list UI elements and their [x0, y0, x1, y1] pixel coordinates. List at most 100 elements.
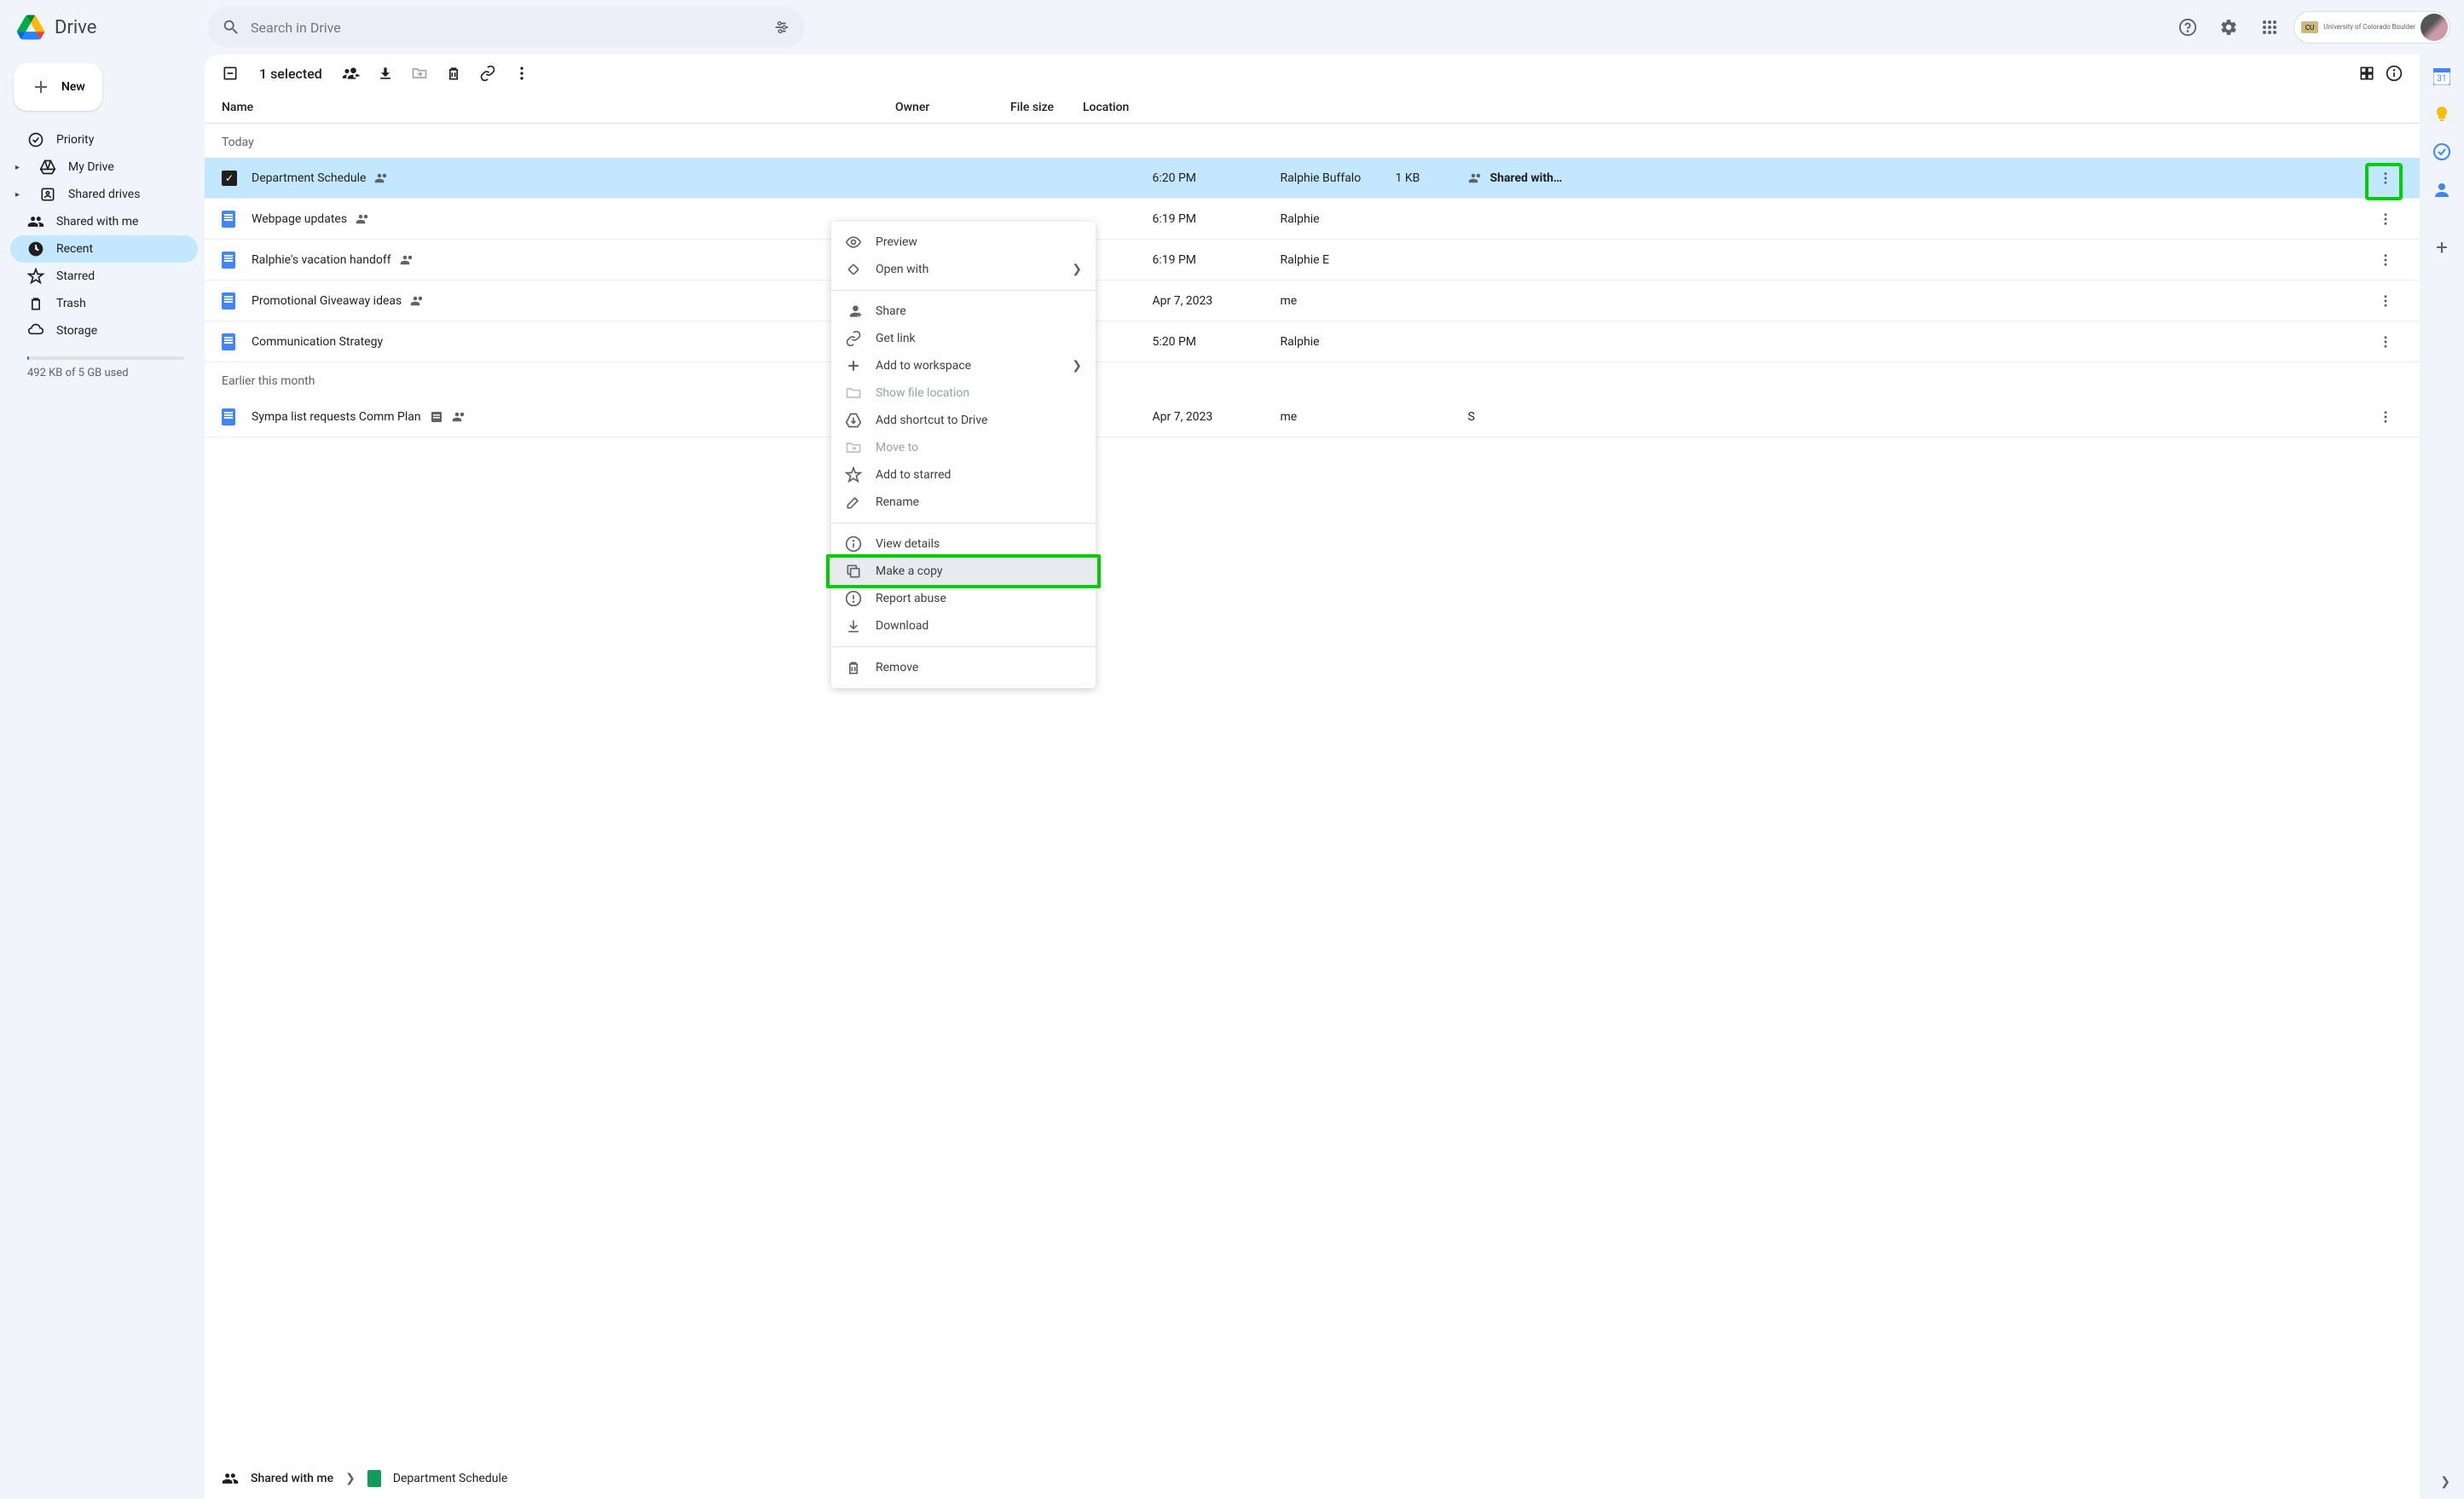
menu-item-report[interactable]: Report abuse	[831, 585, 1096, 612]
menu-item-shortcut[interactable]: Add shortcut to Drive	[831, 407, 1096, 434]
file-row[interactable]: Promotional Giveaway ideas Apr 7, 2023me	[205, 281, 2420, 321]
share-icon[interactable]	[343, 65, 360, 82]
account-badge[interactable]: CU University of Colorado Boulder	[2293, 11, 2450, 43]
apps-icon[interactable]	[2253, 10, 2287, 44]
help-icon[interactable]	[2171, 10, 2205, 44]
col-name[interactable]: Name	[222, 101, 767, 114]
doc-icon	[222, 333, 235, 350]
selected-count: 1 selected	[259, 66, 322, 82]
search-options-icon[interactable]	[772, 18, 791, 37]
sidebar-item-starred[interactable]: Starred	[10, 263, 198, 290]
sidebar-item-label: Starred	[56, 269, 95, 283]
file-row[interactable]: Ralphie's vacation handoff 6:19 PMRalphi…	[205, 240, 2420, 281]
chevron-right-icon: ❯	[345, 1472, 356, 1485]
sidebar-item-storage[interactable]: Storage	[10, 317, 198, 344]
row-more-button[interactable]	[2372, 287, 2399, 315]
move-icon[interactable]	[411, 65, 428, 82]
search-bar[interactable]	[208, 7, 805, 48]
menu-item-trash[interactable]: Remove	[831, 654, 1096, 681]
priority-icon	[27, 131, 44, 148]
row-more-button[interactable]	[2372, 328, 2399, 356]
doc-icon	[222, 211, 235, 228]
menu-item-label: Rename	[876, 495, 919, 509]
sidebar-item-recent[interactable]: Recent	[10, 235, 198, 263]
hide-panel-icon[interactable]: ❯	[2440, 1475, 2450, 1489]
link-icon[interactable]	[479, 65, 496, 82]
menu-item-label: Move to	[876, 441, 918, 454]
deselect-icon[interactable]	[222, 65, 239, 82]
keep-icon[interactable]	[2433, 106, 2450, 123]
menu-item-openwith[interactable]: Open with❯	[831, 256, 1096, 283]
menu-item-moveto: Move to	[831, 434, 1096, 461]
file-name: Webpage updates	[252, 212, 347, 226]
calendar-icon[interactable]: 31	[2433, 68, 2450, 85]
file-row[interactable]: ✓Department Schedule 6:20 PMRalphie Buff…	[205, 158, 2420, 199]
checkbox-icon[interactable]: ✓	[222, 171, 237, 186]
row-more-button[interactable]	[2372, 165, 2399, 192]
menu-item-label: Open with	[876, 263, 928, 276]
menu-item-copy[interactable]: Make a copy	[831, 558, 1096, 585]
menu-item-label: Download	[876, 619, 928, 633]
table-header: Name Owner File size Location	[205, 92, 2420, 124]
sidebar-item-label: Recent	[56, 242, 93, 256]
file-time: Apr 7, 2023	[1153, 294, 1281, 308]
menu-item-eye[interactable]: Preview	[831, 229, 1096, 256]
context-menu: PreviewOpen with❯ShareGet linkAdd to wor…	[831, 222, 1096, 688]
contacts-icon[interactable]	[2433, 181, 2450, 198]
row-more-button[interactable]	[2372, 205, 2399, 233]
org-name: University of Colorado Boulder	[2323, 24, 2415, 31]
menu-item-star[interactable]: Add to starred	[831, 461, 1096, 489]
file-row[interactable]: Communication Strategy 5:20 PMRalphie	[205, 321, 2420, 362]
menu-item-label: Remove	[876, 661, 918, 674]
logo-area[interactable]: Drive	[14, 10, 201, 44]
sidebar: New Priority ▸My Drive▸Shared drivesShare…	[0, 55, 205, 1499]
menu-item-download[interactable]: Download	[831, 612, 1096, 640]
trash-icon[interactable]	[445, 65, 462, 82]
info-icon[interactable]	[2386, 65, 2403, 82]
search-input[interactable]	[251, 20, 762, 36]
menu-item-plus[interactable]: Add to workspace❯	[831, 352, 1096, 379]
sidebar-item-sharedwithme[interactable]: Shared with me	[10, 208, 198, 235]
file-name: Department Schedule	[252, 171, 366, 185]
add-on-icon[interactable]: +	[2436, 235, 2448, 259]
menu-item-share[interactable]: Share	[831, 298, 1096, 325]
file-owner: Ralphie E	[1281, 253, 1396, 267]
expand-icon[interactable]: ▸	[15, 190, 27, 200]
breadcrumb-context[interactable]: Shared with me	[251, 1472, 333, 1485]
expand-icon[interactable]: ▸	[15, 163, 27, 172]
sidebar-item-shareddrives[interactable]: ▸Shared drives	[10, 181, 198, 208]
chevron-right-icon: ❯	[1072, 359, 1082, 373]
sidebar-item-mydrive[interactable]: ▸My Drive	[10, 153, 198, 181]
grid-view-icon[interactable]	[2358, 65, 2375, 82]
col-size[interactable]: File size	[1010, 101, 1083, 114]
download-icon[interactable]	[377, 65, 394, 82]
file-row[interactable]: Sympa list requests Comm Plan Apr 7, 202…	[205, 396, 2420, 437]
file-row[interactable]: Webpage updates 6:19 PMRalphie	[205, 199, 2420, 240]
file-location: Shared with…	[1468, 171, 2369, 186]
new-button[interactable]: New	[14, 63, 102, 111]
storage-text: 492 KB of 5 GB used	[27, 367, 184, 379]
toolbar: 1 selected	[205, 55, 2420, 92]
menu-item-info[interactable]: View details	[831, 530, 1096, 558]
more-icon[interactable]	[513, 65, 530, 82]
file-name: Ralphie's vacation handoff	[252, 253, 391, 267]
row-more-button[interactable]	[2372, 246, 2399, 274]
sheet-icon	[367, 1470, 381, 1487]
menu-item-link[interactable]: Get link	[831, 325, 1096, 352]
row-more-button[interactable]	[2372, 403, 2399, 431]
menu-item-label: Add to starred	[876, 468, 951, 482]
col-owner[interactable]: Owner	[895, 101, 1010, 114]
file-owner: Ralphie	[1281, 212, 1396, 226]
breadcrumb-file[interactable]: Department Schedule	[393, 1472, 507, 1485]
app-name: Drive	[55, 17, 96, 38]
sidebar-item-label: Priority	[56, 133, 94, 147]
sharedwithme-icon	[1468, 171, 1484, 186]
settings-icon[interactable]	[2212, 10, 2246, 44]
star-icon	[845, 466, 862, 483]
col-location[interactable]: Location	[1083, 101, 2369, 114]
tasks-icon[interactable]	[2433, 143, 2450, 160]
menu-item-rename[interactable]: Rename	[831, 489, 1096, 516]
sidebar-item-trash[interactable]: Trash	[10, 290, 198, 317]
svg-text:31: 31	[2437, 74, 2446, 84]
sidebar-item-priority[interactable]: Priority	[10, 126, 198, 153]
